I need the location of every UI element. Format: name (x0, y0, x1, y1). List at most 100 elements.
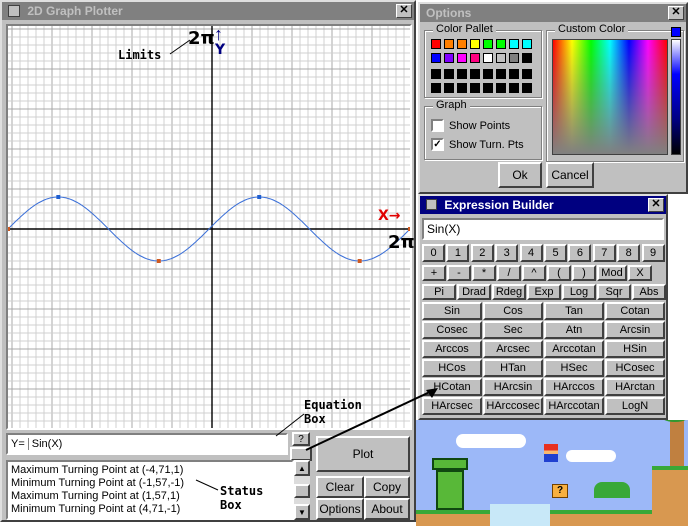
expr-button-digit1[interactable]: 1 (446, 244, 470, 262)
ok-button[interactable]: Ok (498, 162, 542, 188)
expr-button-harcsin[interactable]: HArcsin (483, 378, 543, 396)
expr-button-digit7[interactable]: 7 (592, 244, 616, 262)
copy-button[interactable]: Copy (364, 476, 410, 498)
show-turn-checkbox[interactable]: ✓ (431, 138, 444, 151)
expr-button-op2[interactable]: * (472, 265, 496, 281)
expr-button-cosec[interactable]: Cosec (422, 321, 482, 339)
close-icon[interactable]: ✕ (396, 4, 412, 18)
expr-button-hsin[interactable]: HSin (605, 340, 665, 358)
expr-button-sec[interactable]: Sec (483, 321, 543, 339)
expr-button-op1[interactable]: - (447, 265, 471, 281)
equation-input[interactable]: Sin(X) (29, 438, 286, 450)
graph-canvas[interactable]: Limits 2π ↑ Y X→ 2π (6, 24, 415, 430)
expr-button-cos[interactable]: Cos (483, 302, 543, 320)
expr-button-sin[interactable]: Sin (422, 302, 482, 320)
clear-button[interactable]: Clear (316, 476, 364, 498)
custom-swatch[interactable] (483, 83, 493, 93)
palette-swatch[interactable] (470, 53, 480, 63)
expr-input[interactable]: Sin(X) (422, 218, 664, 240)
expr-button-pi[interactable]: Pi (422, 284, 456, 300)
expr-button-hsec[interactable]: HSec (544, 359, 604, 377)
scroll-up-icon[interactable]: ▲ (294, 460, 310, 476)
status-scrollbar[interactable]: ▲ ▼ (294, 460, 310, 520)
custom-swatch[interactable] (522, 69, 532, 79)
palette-swatch[interactable] (444, 39, 454, 49)
palette-swatch[interactable] (522, 53, 532, 63)
expr-button-cotan[interactable]: Cotan (605, 302, 665, 320)
expr-title-bar[interactable]: Expression Builder ✕ (420, 196, 666, 214)
luminance-bar[interactable] (671, 39, 681, 155)
custom-swatch[interactable] (522, 83, 532, 93)
palette-swatch[interactable] (496, 39, 506, 49)
expr-button-harccotan[interactable]: HArccotan (544, 397, 604, 415)
expr-button-digit9[interactable]: 9 (641, 244, 665, 262)
palette-swatch[interactable] (470, 39, 480, 49)
expr-button-sqr[interactable]: Sqr (597, 284, 631, 300)
expr-button-digit4[interactable]: 4 (519, 244, 543, 262)
custom-swatch[interactable] (444, 83, 454, 93)
palette-swatch[interactable] (483, 39, 493, 49)
expr-button-digit6[interactable]: 6 (568, 244, 592, 262)
expr-button-log[interactable]: Log (562, 284, 596, 300)
palette-swatch[interactable] (483, 53, 493, 63)
custom-swatch[interactable] (509, 69, 519, 79)
custom-swatch[interactable] (470, 83, 480, 93)
expr-button-htan[interactable]: HTan (483, 359, 543, 377)
expr-button-hcos[interactable]: HCos (422, 359, 482, 377)
expr-button-op3[interactable]: / (497, 265, 521, 281)
custom-swatch[interactable] (496, 69, 506, 79)
expr-button-arcsec[interactable]: Arcsec (483, 340, 543, 358)
expr-button-atn[interactable]: Atn (544, 321, 604, 339)
expr-button-logn[interactable]: LogN (605, 397, 665, 415)
expr-button-hcosec[interactable]: HCosec (605, 359, 665, 377)
expr-button-harctan[interactable]: HArctan (605, 378, 665, 396)
palette-swatch[interactable] (457, 53, 467, 63)
plotter-title-bar[interactable]: 2D Graph Plotter ✕ (2, 2, 414, 20)
custom-swatch[interactable] (509, 83, 519, 93)
custom-swatch[interactable] (496, 83, 506, 93)
options-title-bar[interactable]: Options ✕ (420, 4, 686, 22)
options-button[interactable]: Options (316, 498, 364, 520)
close-icon[interactable]: ✕ (668, 6, 684, 20)
expr-button-drad[interactable]: Drad (457, 284, 491, 300)
custom-swatch[interactable] (431, 69, 441, 79)
custom-swatch[interactable] (457, 69, 467, 79)
expr-button-digit5[interactable]: 5 (544, 244, 567, 262)
about-button[interactable]: About (364, 498, 410, 520)
expr-button-arccos[interactable]: Arccos (422, 340, 482, 358)
expr-button-op8[interactable]: X (628, 265, 652, 281)
scroll-down-icon[interactable]: ▼ (294, 504, 310, 520)
expr-button-op7[interactable]: Mod (597, 265, 627, 281)
palette-swatch[interactable] (444, 53, 454, 63)
expr-button-tan[interactable]: Tan (544, 302, 604, 320)
expr-button-exp[interactable]: Exp (527, 284, 561, 300)
expr-button-op6[interactable]: ) (572, 265, 596, 281)
show-points-row[interactable]: Show Points (431, 119, 510, 132)
expr-button-digit2[interactable]: 2 (470, 244, 494, 262)
expr-button-op4[interactable]: ^ (522, 265, 546, 281)
expr-button-harccosec[interactable]: HArccosec (483, 397, 543, 415)
cancel-button[interactable]: Cancel (546, 162, 594, 188)
show-points-checkbox[interactable] (431, 119, 444, 132)
expr-button-digit3[interactable]: 3 (495, 244, 519, 262)
custom-swatch[interactable] (457, 83, 467, 93)
expr-button-abs[interactable]: Abs (632, 284, 666, 300)
close-icon[interactable]: ✕ (648, 198, 664, 212)
scroll-thumb[interactable] (294, 484, 310, 498)
expr-button-op0[interactable]: + (422, 265, 446, 281)
custom-swatch[interactable] (483, 69, 493, 79)
custom-swatch[interactable] (431, 83, 441, 93)
palette-swatch[interactable] (522, 39, 532, 49)
show-turn-row[interactable]: ✓ Show Turn. Pts (431, 138, 524, 151)
expr-button-arccotan[interactable]: Arccotan (544, 340, 604, 358)
palette-swatch[interactable] (431, 53, 441, 63)
palette-swatch[interactable] (431, 39, 441, 49)
palette-swatch[interactable] (457, 39, 467, 49)
expr-button-digit8[interactable]: 8 (617, 244, 641, 262)
expr-button-rdeg[interactable]: Rdeg (492, 284, 526, 300)
expr-button-harccos[interactable]: HArccos (544, 378, 604, 396)
custom-swatch[interactable] (444, 69, 454, 79)
custom-swatch[interactable] (470, 69, 480, 79)
palette-swatch[interactable] (509, 53, 519, 63)
expr-button-op5[interactable]: ( (547, 265, 571, 281)
